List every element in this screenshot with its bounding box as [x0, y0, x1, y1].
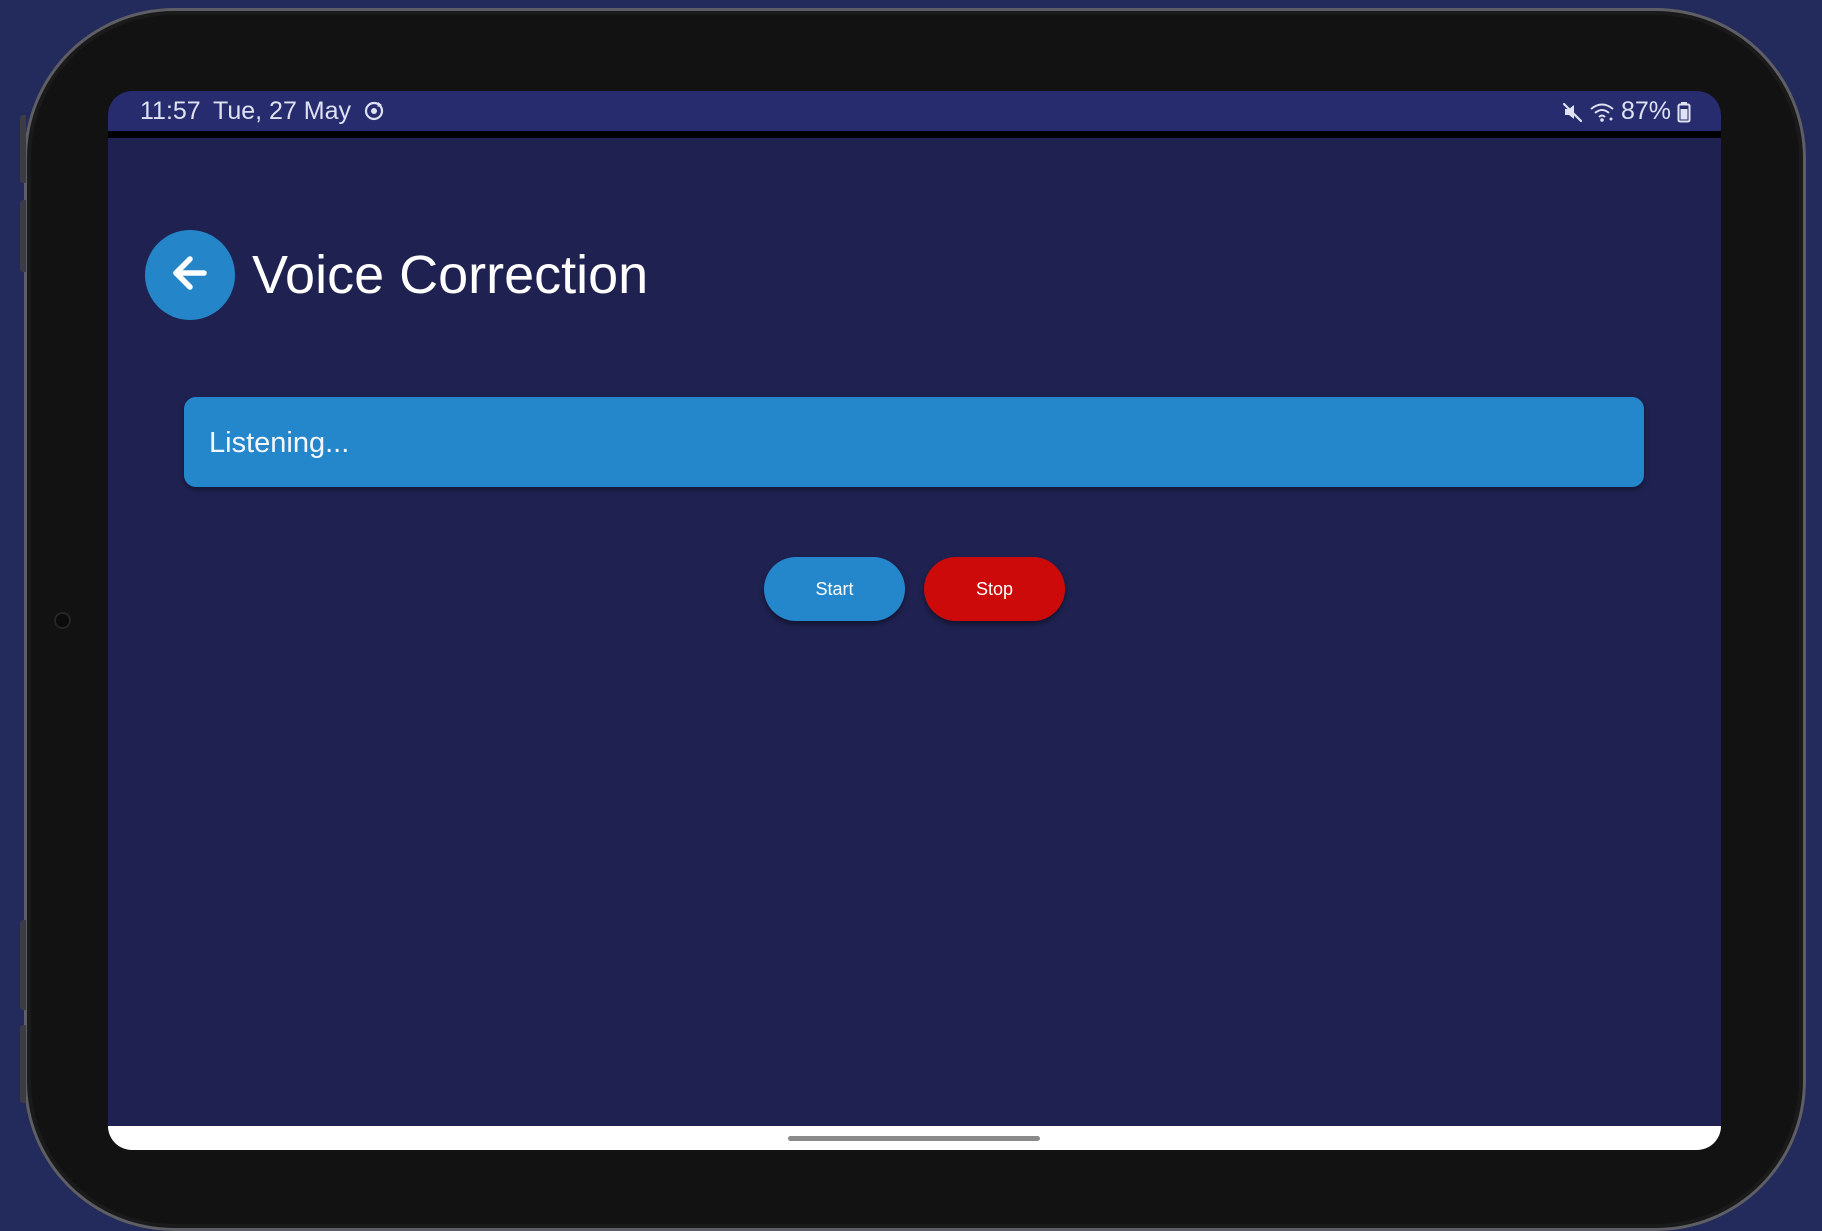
- back-button[interactable]: [145, 230, 235, 320]
- mute-icon: [1561, 101, 1583, 123]
- screen: 11:57 Tue, 27 May 87% Voice Correction L…: [108, 91, 1721, 1150]
- status-date: Tue, 27 May: [213, 97, 352, 125]
- transcript-display: Listening...: [184, 397, 1644, 487]
- start-button[interactable]: Start: [764, 557, 905, 621]
- camera-icon: [56, 614, 69, 627]
- stop-button[interactable]: Stop: [924, 557, 1065, 621]
- navigation-bar: [108, 1126, 1721, 1150]
- home-indicator[interactable]: [788, 1136, 1040, 1141]
- status-right-group: 87%: [1561, 97, 1691, 126]
- status-bar: 11:57 Tue, 27 May 87%: [108, 91, 1721, 131]
- device-side-button: [20, 115, 26, 183]
- device-side-button: [20, 200, 26, 272]
- device-side-button: [20, 920, 26, 1010]
- app-content: Voice Correction Listening... Start Stop: [108, 138, 1721, 1150]
- arrow-left-icon: [167, 250, 213, 301]
- transcript-text: Listening...: [209, 427, 350, 459]
- battery-icon: [1677, 101, 1691, 123]
- wifi-icon: [1589, 101, 1615, 123]
- battery-percent: 87%: [1620, 97, 1671, 125]
- device-side-button: [20, 1025, 26, 1103]
- status-time: 11:57: [140, 97, 201, 125]
- sync-icon: [363, 100, 385, 122]
- page-title: Voice Correction: [252, 245, 649, 305]
